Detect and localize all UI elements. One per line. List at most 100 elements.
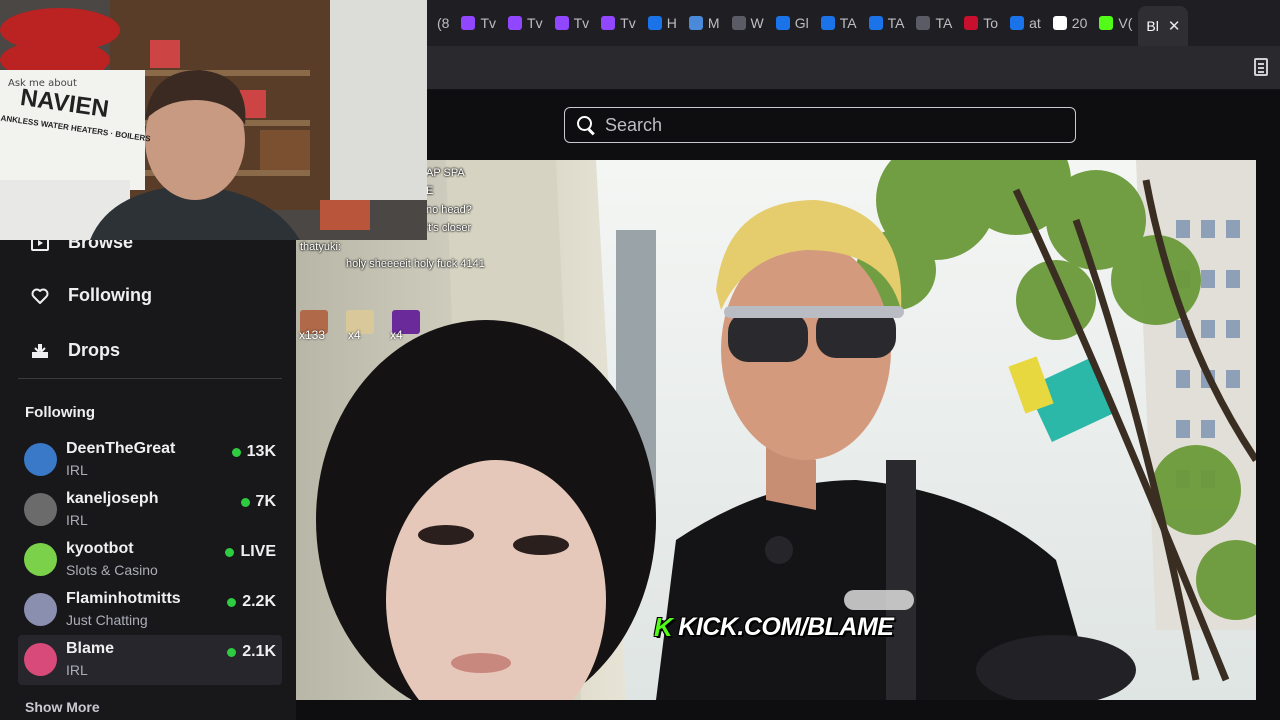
channel-name: Flaminhotmitts [66, 590, 181, 607]
browser-tab[interactable]: (8 [431, 0, 455, 46]
viewer-count-value: 2.1K [242, 643, 276, 660]
chat-message: E [426, 185, 434, 197]
chat-message: thatyuki: [300, 241, 341, 253]
tab-favicon-icon [1052, 16, 1067, 30]
close-tab-icon[interactable]: ✕ [1168, 17, 1181, 35]
tab-favicon-icon [647, 16, 662, 30]
live-dot-icon [240, 497, 250, 507]
following-header: Following [25, 404, 95, 421]
heart-icon [30, 286, 50, 306]
tab-favicon-icon [775, 16, 790, 30]
tab-label: W [750, 15, 764, 31]
viewer-count-value: 7K [255, 493, 276, 510]
avatar [24, 443, 57, 476]
channel-category: Just Chatting [66, 612, 148, 628]
followed-channel[interactable]: Blame IRL 2.1K [18, 635, 282, 685]
tab-label: Tv [480, 15, 497, 31]
avatar [24, 643, 57, 676]
viewer-count-value: LIVE [240, 543, 276, 560]
followed-channel[interactable]: DeenTheGreat IRL 13K [18, 435, 282, 485]
webcam-overlay: Ask me about NAVIEN ANKLESS WATER HEATER… [0, 0, 427, 240]
channel-name: kyootbot [66, 540, 134, 557]
site-top-nav: Search [427, 90, 1280, 160]
tab-label: TA [887, 15, 905, 31]
channel-name: Blame [66, 640, 115, 657]
tab-label: Gl [794, 15, 809, 31]
browser-tab[interactable]: W [726, 0, 770, 46]
kick-watermark: K KICK.COM/BLAME [654, 612, 894, 643]
kick-logo: K [654, 612, 673, 642]
chat-message: AP SPA [426, 167, 465, 179]
sidebar-item-drops[interactable]: Drops [30, 340, 120, 361]
browser-tab[interactable]: Gl [770, 0, 815, 46]
viewer-count: 2.2K [227, 593, 276, 611]
followed-channel[interactable]: kaneljoseph IRL 7K [18, 485, 282, 535]
browser-tab[interactable]: Tv [455, 0, 502, 46]
tab-label: V( [1118, 15, 1133, 31]
channel-category: IRL [66, 662, 88, 678]
show-more-button[interactable]: Show More [25, 699, 100, 715]
tab-favicon-icon [731, 16, 746, 30]
video-player[interactable]: AP SPA E no head? 't's closer thatyuki: … [296, 160, 1256, 700]
browser-tab[interactable]: M [683, 0, 726, 46]
browser-tab[interactable]: Tv [595, 0, 642, 46]
channel-category: IRL [66, 512, 88, 528]
browser-tab[interactable]: TA [910, 0, 958, 46]
channel-name: kaneljoseph [66, 490, 159, 507]
browser-tab[interactable]: at [1004, 0, 1047, 46]
reader-view-icon[interactable] [1254, 58, 1268, 76]
tab-label: H [666, 15, 677, 31]
tab-favicon-icon [916, 16, 931, 30]
browser-toolbar [427, 46, 1280, 90]
viewer-count-value: 13K [246, 443, 276, 460]
avatar [24, 593, 57, 626]
tab-label: Bl [1146, 18, 1159, 34]
browser-tab[interactable]: Tv [502, 0, 549, 46]
viewer-count: 2.1K [227, 643, 276, 661]
search-input[interactable]: Search [564, 107, 1076, 143]
player-bottom-strip [296, 700, 1256, 720]
browser-tab[interactable]: TA [815, 0, 863, 46]
emote-count: x4 [390, 328, 403, 342]
sidebar-divider [18, 378, 282, 379]
browser-tab-active[interactable]: Bl ✕ [1138, 6, 1189, 46]
tab-favicon-icon [508, 16, 523, 30]
chat-message: no head? [426, 204, 472, 216]
sidebar: Browse Following Drops Following DeenThe… [0, 160, 296, 720]
browser-tab-strip: (8 Tv Tv Tv Tv H M W Gl TA TA TA To at 20 V( Bl ✕ [427, 0, 1280, 46]
tab-favicon-icon [601, 16, 616, 30]
browser-tab[interactable]: To [958, 0, 1004, 46]
tab-label: Tv [620, 15, 636, 31]
tab-label: M [707, 15, 720, 31]
followed-channel[interactable]: kyootbot Slots & Casino LIVE [18, 535, 282, 585]
right-rail [1256, 160, 1280, 720]
emote-count: x133 [299, 328, 326, 342]
avatar [24, 493, 57, 526]
followed-channel[interactable]: Flaminhotmitts Just Chatting 2.2K [18, 585, 282, 635]
tab-favicon-icon [688, 16, 703, 30]
sidebar-item-label: Drops [68, 340, 121, 360]
tab-favicon-icon [820, 16, 835, 30]
live-dot-icon [231, 447, 241, 457]
avatar [24, 543, 57, 576]
browser-tab[interactable]: TA [863, 0, 911, 46]
webcam-frame [0, 0, 427, 240]
tab-label: 20 [1071, 15, 1088, 31]
browser-tab[interactable]: Tv [549, 0, 596, 46]
viewer-count: 13K [231, 443, 276, 461]
sidebar-item-label: Following [68, 285, 152, 305]
browser-tab[interactable]: H [642, 0, 683, 46]
viewer-count: 7K [240, 493, 276, 511]
browser-tab[interactable]: 20 [1047, 0, 1094, 46]
tab-label: Tv [573, 15, 590, 31]
channel-name: DeenTheGreat [66, 440, 176, 457]
tab-label: To [983, 15, 999, 31]
chat-message: 't's closer [426, 222, 472, 234]
browser-tab[interactable]: V( [1093, 0, 1138, 46]
chat-message: holy sheeeeit holy fuck 4141 [346, 258, 485, 270]
kick-watermark-text: KICK.COM/BLAME [678, 613, 894, 641]
sidebar-item-following[interactable]: Following [30, 285, 152, 306]
drops-icon [30, 341, 50, 361]
live-dot-icon [227, 597, 237, 607]
tab-label: TA [935, 15, 953, 31]
